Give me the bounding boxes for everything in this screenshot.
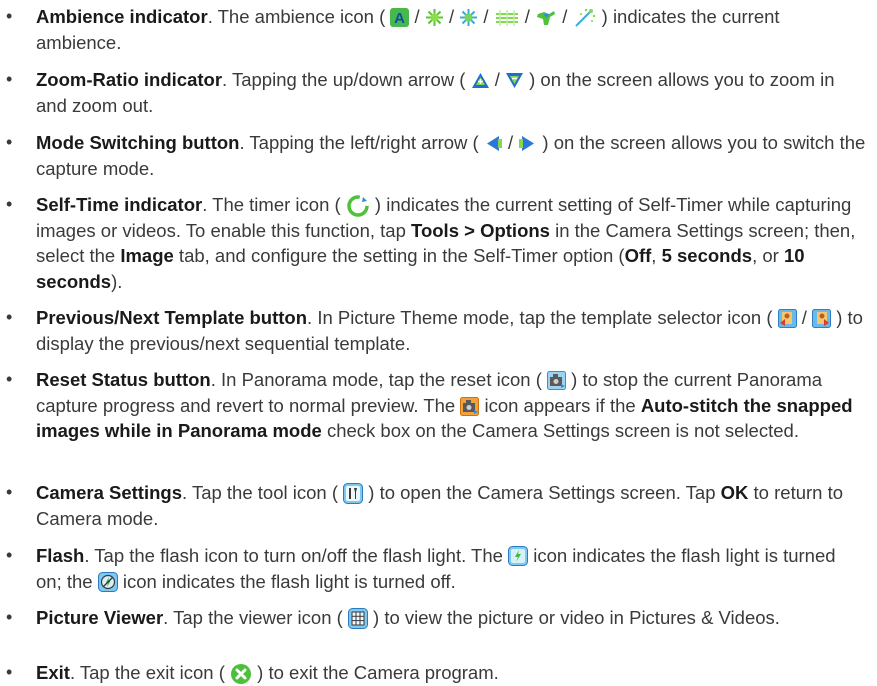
- flash-off-icon: [97, 571, 118, 592]
- item-text: Picture Viewer. Tap the viewer icon ( ) …: [36, 607, 780, 629]
- ambience-fluorescent-icon: [494, 8, 520, 27]
- bullet: •: [6, 662, 13, 682]
- item-text: Camera Settings. Tap the tool icon ( ) t…: [36, 482, 844, 529]
- item-title: Picture Viewer: [36, 607, 164, 628]
- bullet: •: [6, 369, 13, 389]
- item-text: Zoom-Ratio indicator. Tapping the up/dow…: [36, 69, 835, 116]
- item-text: Previous/Next Template button. In Pictur…: [36, 307, 863, 354]
- svg-text:A: A: [394, 10, 405, 27]
- zoom-down-arrow-icon: [505, 71, 524, 90]
- item-title: Ambience indicator: [36, 6, 208, 27]
- bullet: •: [6, 194, 13, 214]
- template-previous-icon: [777, 309, 797, 328]
- left-arrow-icon: [484, 134, 503, 153]
- ambience-auto-icon: A: [390, 8, 410, 27]
- zoom-up-arrow-icon: [471, 71, 490, 90]
- ambience-bright-icon: [459, 8, 478, 27]
- panorama-stitch-icon: [460, 396, 480, 416]
- item-text: Reset Status button. In Panorama mode, t…: [36, 369, 853, 441]
- item-text: Flash. Tap the flash icon to turn on/off…: [36, 545, 836, 592]
- timer-icon: [346, 195, 370, 217]
- item-title: Exit: [36, 662, 70, 683]
- viewer-icon: [347, 608, 368, 629]
- item-text: Ambience indicator. The ambience icon ( …: [36, 6, 780, 53]
- item-text: Self-Time indicator. The timer icon ( ) …: [36, 194, 856, 292]
- bullet: •: [6, 132, 13, 152]
- ambience-sunny-icon: [425, 8, 444, 27]
- item-title: Camera Settings: [36, 482, 182, 503]
- item-title: Self-Time indicator: [36, 194, 203, 215]
- right-arrow-icon: [518, 134, 537, 153]
- item-title: Flash: [36, 545, 85, 566]
- bullet: •: [6, 607, 13, 627]
- item-text: Mode Switching button. Tapping the left/…: [36, 132, 866, 179]
- item-title: Zoom-Ratio indicator: [36, 69, 223, 90]
- item-title: Mode Switching button: [36, 132, 240, 153]
- ambience-incandescent-icon: [535, 8, 557, 27]
- bullet: •: [6, 69, 13, 89]
- template-next-icon: [812, 309, 832, 328]
- item-title: Previous/Next Template button: [36, 307, 308, 328]
- bullet: •: [6, 307, 13, 327]
- item-text: Exit. Tap the exit icon ( ) to exit the …: [36, 662, 499, 685]
- bullet: •: [6, 6, 13, 26]
- bullet: •: [6, 545, 13, 565]
- document-page: • Ambience indicator. The ambience icon …: [0, 0, 877, 686]
- bullet: •: [6, 482, 13, 502]
- flash-on-icon: [508, 546, 529, 566]
- ambience-night-icon: [573, 8, 597, 27]
- item-title: Reset Status button: [36, 369, 211, 390]
- exit-icon: [230, 663, 252, 685]
- tool-icon: [343, 483, 364, 504]
- panorama-reset-icon: [547, 371, 566, 390]
